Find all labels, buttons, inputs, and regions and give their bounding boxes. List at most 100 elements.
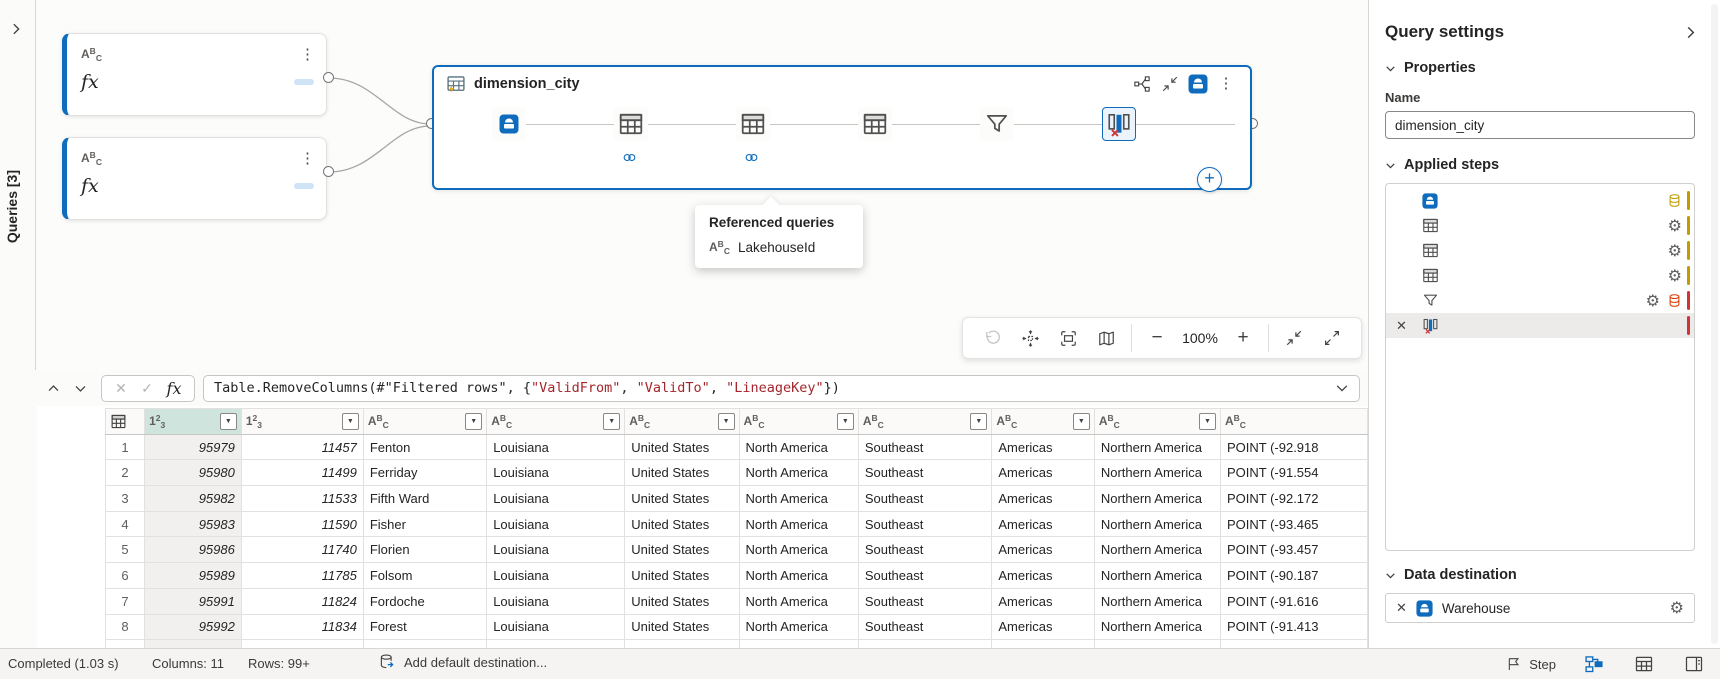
cell[interactable]: United States <box>625 511 739 537</box>
column-filter-icon[interactable]: ▼ <box>837 413 854 430</box>
cell[interactable]: United States <box>625 460 739 486</box>
column-filter-icon[interactable]: ▼ <box>465 413 482 430</box>
add-default-destination-button[interactable]: Add default destination... <box>378 653 547 671</box>
column-filter-icon[interactable]: ▼ <box>603 413 620 430</box>
cell[interactable]: Americas <box>992 537 1094 563</box>
cell[interactable]: Americas <box>992 511 1094 537</box>
step-indicator[interactable]: Step <box>1506 656 1556 672</box>
cell[interactable]: Americas <box>992 588 1094 614</box>
row-number[interactable]: 8 <box>106 614 145 640</box>
column-header-Continent[interactable]: ABC ▼ <box>739 409 858 435</box>
column-header-StateProvince[interactable]: ABC ▼ <box>487 409 625 435</box>
cell[interactable]: Southeast <box>858 486 992 512</box>
delete-step-icon[interactable]: ✕ <box>1396 318 1407 334</box>
cell[interactable]: Louisiana <box>487 511 625 537</box>
formula-input[interactable]: Table.RemoveColumns(#"Filtered rows", {"… <box>203 375 1360 402</box>
node-menu-icon[interactable]: ⋮ <box>1216 74 1236 94</box>
cell[interactable]: 95983 <box>145 511 242 537</box>
cell[interactable]: Northern America <box>1094 434 1220 460</box>
cell[interactable]: Folsom <box>363 563 486 589</box>
expand-formula-icon[interactable] <box>1335 381 1349 395</box>
cell[interactable]: Louisiana <box>487 486 625 512</box>
row-number[interactable]: 6 <box>106 563 145 589</box>
cell[interactable]: 95991 <box>145 588 242 614</box>
output-port[interactable] <box>323 72 334 83</box>
cell[interactable]: POINT (-93.457 <box>1220 537 1367 563</box>
node-step-Filtered rows[interactable] <box>936 101 1058 187</box>
cell[interactable]: Louisiana <box>487 460 625 486</box>
cell[interactable]: Florien <box>363 537 486 563</box>
undo-layout-icon[interactable] <box>973 323 1011 353</box>
step-settings-gear-icon[interactable]: ⚙ <box>1646 293 1660 309</box>
cell[interactable]: POINT (-91.413 <box>1220 614 1367 640</box>
discard-formula-icon[interactable]: ✕ <box>108 380 134 397</box>
step-settings-gear-icon[interactable]: ⚙ <box>1668 268 1682 284</box>
collapse-panel-icon[interactable] <box>1683 25 1698 40</box>
node-step-Navigation 3[interactable] <box>814 101 936 187</box>
cell[interactable]: Ferriday <box>363 460 486 486</box>
fit-to-screen-icon[interactable] <box>1049 323 1087 353</box>
cell[interactable]: Louisiana <box>487 563 625 589</box>
pan-icon[interactable] <box>1011 323 1049 353</box>
cell[interactable]: North America <box>739 563 858 589</box>
cell[interactable]: 95979 <box>145 434 242 460</box>
step-settings-gear-icon[interactable]: ⚙ <box>1668 243 1682 259</box>
next-step-icon[interactable] <box>69 377 91 399</box>
cell[interactable]: United States <box>625 537 739 563</box>
cell[interactable]: Fisher <box>363 511 486 537</box>
cell[interactable]: North America <box>739 460 858 486</box>
reference-icon[interactable] <box>1132 74 1152 94</box>
applied-step-Navigation 1[interactable]: ⚙ <box>1386 213 1694 238</box>
cell[interactable]: 95986 <box>145 537 242 563</box>
cell[interactable]: Northern America <box>1094 614 1220 640</box>
applied-steps-section-header[interactable]: Applied steps <box>1369 157 1720 173</box>
collapse-node-icon[interactable] <box>1160 74 1180 94</box>
cell[interactable]: 95992 <box>145 614 242 640</box>
cell[interactable]: Louisiana <box>487 434 625 460</box>
cell[interactable]: 11533 <box>241 486 363 512</box>
cell[interactable]: 95989 <box>145 563 242 589</box>
cell[interactable]: 11834 <box>241 614 363 640</box>
cell[interactable]: Louisiana <box>487 588 625 614</box>
row-number[interactable]: 3 <box>106 486 145 512</box>
tooltip-query-item[interactable]: ABC LakehouseId <box>709 239 849 256</box>
cell[interactable]: Southeast <box>858 511 992 537</box>
applied-step-Removed columns[interactable]: ✕ <box>1386 313 1694 338</box>
row-number[interactable]: 5 <box>106 537 145 563</box>
cell[interactable]: United States <box>625 563 739 589</box>
add-step-button[interactable]: + <box>1197 167 1222 192</box>
cell[interactable]: United States <box>625 434 739 460</box>
step-settings-gear-icon[interactable]: ⚙ <box>1668 218 1682 234</box>
cell[interactable]: Southeast <box>858 537 992 563</box>
column-filter-icon[interactable]: ▼ <box>342 413 359 430</box>
applied-step-Source[interactable] <box>1386 188 1694 213</box>
settings-pane-view-icon[interactable] <box>1682 652 1706 676</box>
column-filter-icon[interactable]: ▼ <box>970 413 987 430</box>
cell[interactable]: Americas <box>992 486 1094 512</box>
query-card-LakehouseId[interactable]: ABC ⋮ fx <box>62 137 327 220</box>
cell[interactable]: North America <box>739 434 858 460</box>
column-header-Country[interactable]: ABC ▼ <box>625 409 739 435</box>
cell[interactable]: Northern America <box>1094 563 1220 589</box>
column-header-Subregion[interactable]: ABC ▼ <box>1094 409 1220 435</box>
cell[interactable]: North America <box>739 588 858 614</box>
output-port[interactable] <box>323 166 334 177</box>
cell[interactable]: 11457 <box>241 434 363 460</box>
cell[interactable]: Northern America <box>1094 486 1220 512</box>
cell[interactable]: Louisiana <box>487 614 625 640</box>
cell[interactable]: POINT (-92.918 <box>1220 434 1367 460</box>
node-step-Navigation 1[interactable] <box>570 101 692 187</box>
data-view-icon[interactable] <box>1632 652 1656 676</box>
commit-formula-icon[interactable]: ✓ <box>134 380 160 397</box>
previous-step-icon[interactable] <box>42 377 64 399</box>
column-header-Location[interactable]: ABC <box>1220 409 1367 435</box>
card-menu-icon[interactable]: ⋮ <box>300 50 314 60</box>
cell[interactable]: 95982 <box>145 486 242 512</box>
cell[interactable]: POINT (-91.554 <box>1220 460 1367 486</box>
cell[interactable]: Louisiana <box>487 537 625 563</box>
applied-step-Navigation 2[interactable]: ⚙ <box>1386 238 1694 263</box>
query-card-WorkspaceId[interactable]: ABC ⋮ fx <box>62 33 327 116</box>
cell[interactable]: United States <box>625 614 739 640</box>
cell[interactable]: Southeast <box>858 460 992 486</box>
node-step-Navigation 2[interactable] <box>692 101 814 187</box>
